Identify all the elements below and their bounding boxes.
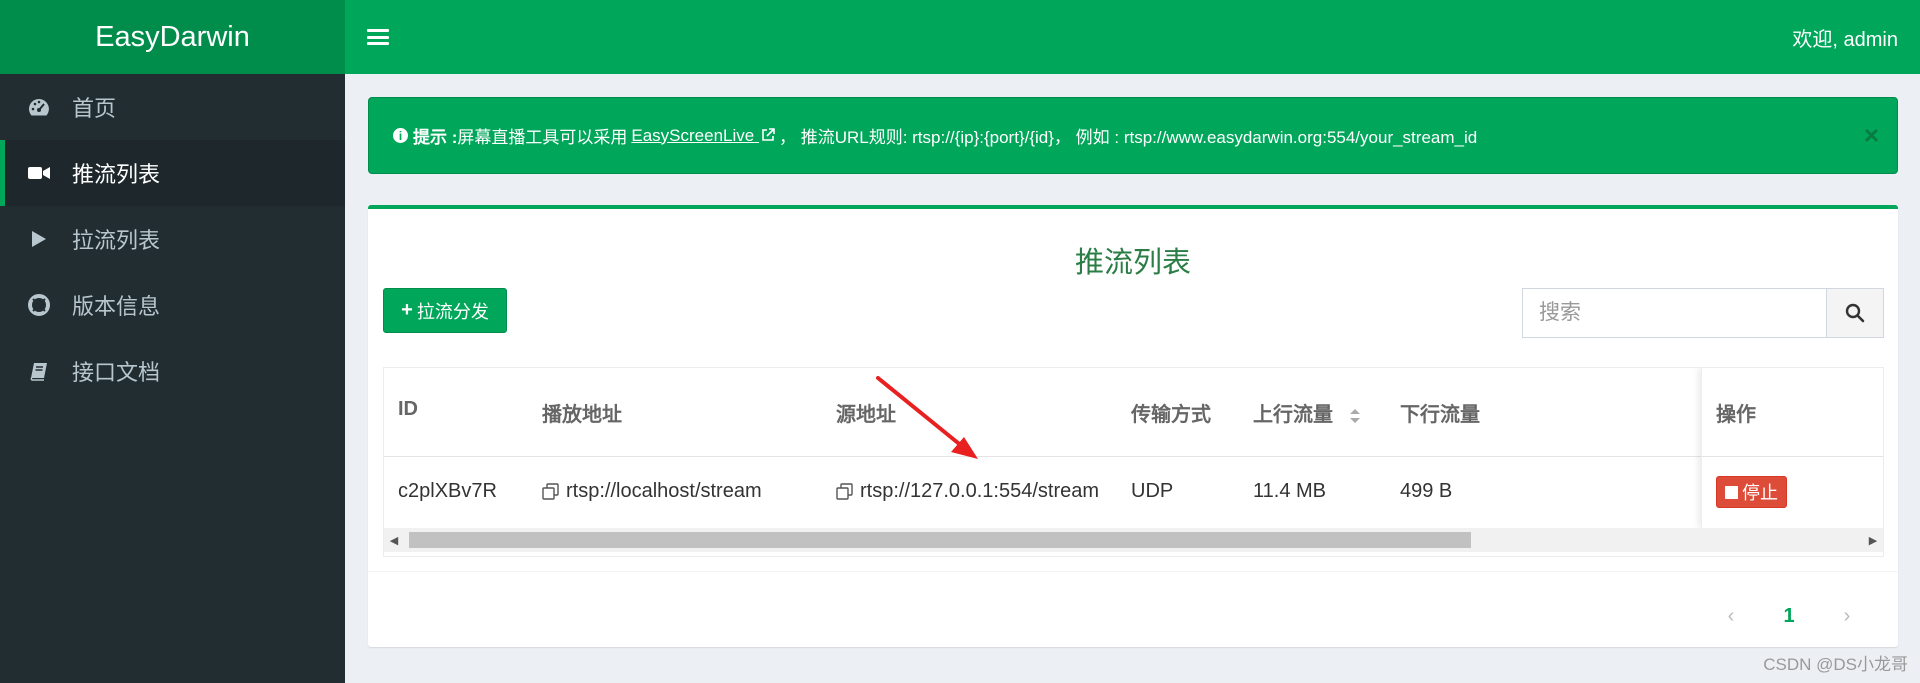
search-input[interactable] <box>1522 288 1826 338</box>
sidebar-item-label: 推流列表 <box>72 162 161 187</box>
sidebar-item-pull-list[interactable]: 拉流列表 <box>0 206 345 272</box>
copy-icon[interactable] <box>542 482 560 501</box>
source-url-text: rtsp://127.0.0.1:554/stream <box>860 480 1100 502</box>
tip-alert: i 提示 : 屏幕直播工具可以采用 EasyScreenLive ， 推流URL… <box>368 97 1898 174</box>
info-icon: i <box>393 128 408 143</box>
col-header-play-url[interactable]: 播放地址 <box>542 398 622 427</box>
next-page-button[interactable]: › <box>1818 597 1876 635</box>
col-header-id[interactable]: ID <box>398 398 418 421</box>
top-header: 欢迎, admin <box>345 0 1920 74</box>
scroll-right-arrow-icon[interactable]: ▶ <box>1863 528 1883 552</box>
search-icon <box>1845 303 1865 323</box>
horizontal-scrollbar[interactable]: ◀ ▶ <box>384 528 1883 552</box>
cell-source-url[interactable]: rtsp://127.0.0.1:554/stream <box>836 480 1099 503</box>
sidebar: EasyDarwin 首页 推流列表 拉流列表 版本信息 接口文档 <box>0 0 345 683</box>
play-icon <box>26 228 52 250</box>
easyscreenlive-link[interactable]: EasyScreenLive <box>631 126 775 146</box>
user-welcome[interactable]: 欢迎, admin <box>1792 23 1898 52</box>
page-1-button[interactable]: 1 <box>1760 597 1818 635</box>
pagination: ‹ 1 › <box>1702 597 1876 635</box>
search-group <box>1522 288 1884 338</box>
cell-play-url[interactable]: rtsp://localhost/stream <box>542 480 762 503</box>
cell-upstream: 11.4 MB <box>1253 480 1326 502</box>
sidebar-item-api-docs[interactable]: 接口文档 <box>0 338 345 404</box>
prev-page-button[interactable]: ‹ <box>1702 597 1760 635</box>
cell-id: c2plXBv7R <box>398 480 497 502</box>
col-header-upstream[interactable]: 上行流量 <box>1253 398 1361 427</box>
sidebar-item-label: 接口文档 <box>72 360 161 385</box>
col-header-source-url[interactable]: 源地址 <box>836 398 896 427</box>
stop-button[interactable]: 停止 <box>1716 476 1787 508</box>
add-pull-button[interactable]: + 拉流分发 <box>383 288 507 333</box>
stop-label: 停止 <box>1742 483 1778 503</box>
stop-icon <box>1725 485 1738 499</box>
external-link-icon <box>762 127 775 141</box>
stream-table: ID 播放地址 源地址 传输方式 上行流量 下行流量 c2plXBv7R rts… <box>383 367 1884 557</box>
sidebar-item-label: 拉流列表 <box>72 228 161 253</box>
sidebar-item-home[interactable]: 首页 <box>0 74 345 140</box>
cell-downstream: 499 B <box>1400 480 1453 502</box>
book-icon <box>26 360 52 382</box>
sidebar-item-push-list[interactable]: 推流列表 <box>0 140 345 206</box>
alert-prefix: 提示 : <box>413 128 458 147</box>
add-pull-label: 拉流分发 <box>416 301 489 322</box>
sidebar-item-label: 首页 <box>72 96 117 121</box>
col-header-transport[interactable]: 传输方式 <box>1131 398 1211 427</box>
cell-transport: UDP <box>1131 480 1174 502</box>
col-header-label: 上行流量 <box>1253 404 1333 426</box>
watermark: CSDN @DS小龙哥 <box>1763 655 1908 674</box>
scrollbar-thumb[interactable] <box>409 532 1471 548</box>
sidebar-item-label: 版本信息 <box>72 294 161 319</box>
copy-icon[interactable] <box>836 482 854 501</box>
brand-logo[interactable]: EasyDarwin <box>0 0 345 74</box>
video-camera-icon <box>26 162 52 184</box>
push-list-panel: 推流列表 + 拉流分发 ID 播放地址 源地址 传输方式 上行流量 下行流量 c… <box>368 205 1898 647</box>
sidebar-item-version[interactable]: 版本信息 <box>0 272 345 338</box>
dashboard-icon <box>26 96 52 118</box>
link-label: EasyScreenLive <box>631 125 755 145</box>
footer-divider <box>368 571 1898 572</box>
col-header-downstream[interactable]: 下行流量 <box>1400 398 1480 427</box>
header-divider <box>1702 456 1883 457</box>
close-icon[interactable]: × <box>1864 120 1879 151</box>
menu-toggle-icon[interactable] <box>367 29 389 45</box>
sort-icon[interactable] <box>1349 407 1361 425</box>
plus-icon: + <box>401 299 413 321</box>
alert-url-rule: ， 推流URL规则: rtsp://{ip}:{port}/{id}， 例如 :… <box>778 128 1478 147</box>
search-button[interactable] <box>1826 288 1884 338</box>
scroll-left-arrow-icon[interactable]: ◀ <box>384 528 404 552</box>
play-url-text: rtsp://localhost/stream <box>566 480 762 502</box>
col-header-action: 操作 <box>1716 404 1756 426</box>
header-divider <box>384 456 1883 457</box>
page-title: 推流列表 <box>1074 247 1191 279</box>
life-ring-icon <box>26 294 52 316</box>
alert-text: 屏幕直播工具可以采用 <box>457 128 628 147</box>
fixed-action-column: 操作 停止 <box>1701 368 1883 528</box>
